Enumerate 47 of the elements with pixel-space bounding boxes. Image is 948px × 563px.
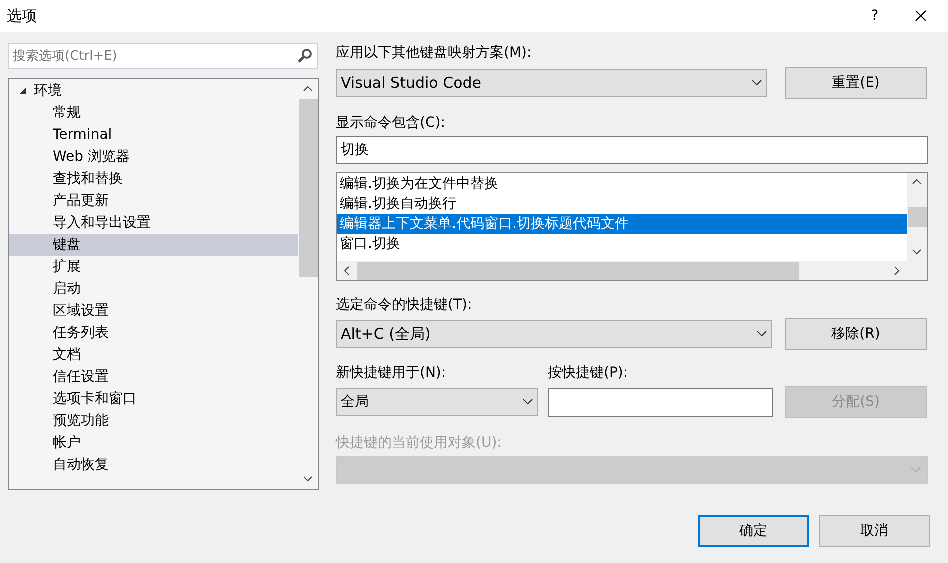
tree-item[interactable]: 文档 [9, 344, 298, 366]
tree-item[interactable]: 键盘 [9, 234, 298, 256]
ok-button[interactable]: 确定 [698, 515, 809, 547]
window-title: 选项 [7, 6, 37, 27]
command-item[interactable]: 编辑.切换自动换行 [337, 194, 907, 214]
chevron-down-icon [757, 331, 767, 337]
tree-item[interactable]: 扩展 [9, 256, 298, 278]
field-label: 选定命令的快捷键(T): [336, 296, 474, 315]
remove-button[interactable]: 移除(R) [785, 318, 927, 350]
tree-item[interactable]: 预览功能 [9, 410, 298, 432]
chevron-down-icon [523, 399, 533, 405]
search-icon [297, 48, 313, 64]
help-button[interactable]: ? [852, 0, 898, 32]
triangle-down-icon[interactable] [19, 87, 27, 95]
tree-item[interactable]: 查找和替换 [9, 168, 298, 190]
tree-item[interactable]: Web 浏览器 [9, 146, 298, 168]
field-label: 新快捷键用于(N): [336, 364, 448, 383]
field-label: 快捷键的当前使用对象(U): [336, 434, 503, 453]
shortcut-dropdown[interactable]: Alt+C (全局) [336, 320, 772, 348]
tree-item[interactable]: 帐户 [9, 432, 298, 454]
command-item[interactable]: 编辑器上下文菜单.代码窗口.切换标题代码文件 [337, 214, 907, 234]
scope-dropdown[interactable]: 全局 [336, 388, 538, 416]
search-field[interactable]: 搜索选项(Ctrl+E) [8, 43, 318, 69]
tree-item[interactable]: 区域设置 [9, 300, 298, 322]
tree-item[interactable]: 常规 [9, 102, 298, 124]
command-filter-field[interactable]: 切换 [336, 136, 928, 164]
tree-item[interactable]: 选项卡和窗口 [9, 388, 298, 410]
tree-item[interactable]: 自动恢复 [9, 454, 298, 476]
tree-item[interactable]: 任务列表 [9, 322, 298, 344]
shortcut-key-field[interactable] [548, 388, 773, 416]
tree-item[interactable]: 环境 [9, 80, 298, 102]
tree-item[interactable]: 信任设置 [9, 366, 298, 388]
close-icon [915, 10, 927, 22]
command-item[interactable]: 编辑.切换为在文件中替换 [337, 174, 907, 194]
command-item[interactable]: 窗口.切换 [337, 234, 907, 254]
chevron-down-icon [911, 467, 921, 473]
field-label: 应用以下其他键盘映射方案(M): [336, 44, 533, 63]
keymap-dropdown[interactable]: Visual Studio Code [336, 69, 767, 97]
tree-item[interactable]: 产品更新 [9, 190, 298, 212]
reset-button[interactable]: 重置(E) [785, 67, 927, 99]
tree-item[interactable]: Terminal [9, 124, 298, 146]
cancel-button[interactable]: 取消 [819, 515, 930, 547]
field-label: 显示命令包含(C): [336, 114, 446, 133]
field-label: 按快捷键(P): [548, 364, 628, 383]
chevron-down-icon [752, 80, 762, 86]
tree-item[interactable]: 导入和导出设置 [9, 212, 298, 234]
tree-item[interactable]: 启动 [9, 278, 298, 300]
